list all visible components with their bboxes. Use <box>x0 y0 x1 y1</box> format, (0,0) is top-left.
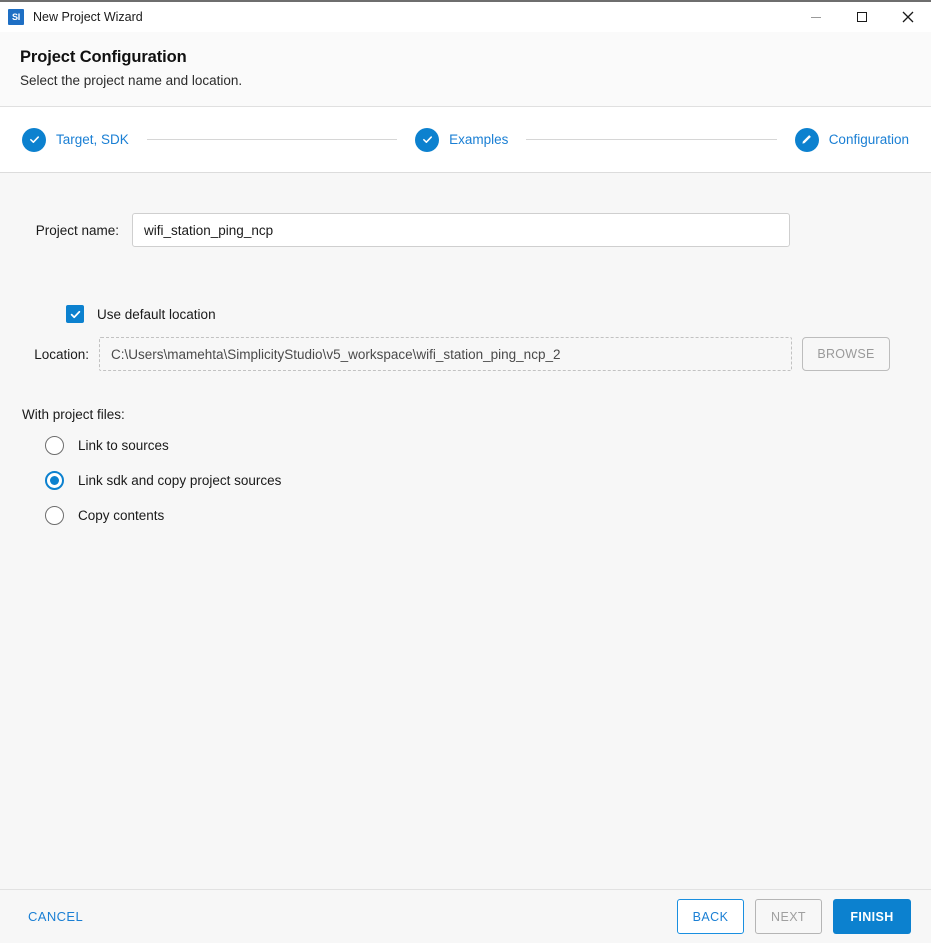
project-files-title: With project files: <box>22 407 125 423</box>
radio-link-sdk-copy-sources-label: Link sdk and copy project sources <box>78 473 282 489</box>
minimize-button[interactable] <box>793 2 839 32</box>
cancel-button[interactable]: CANCEL <box>20 903 91 930</box>
browse-button[interactable]: BROWSE <box>802 337 890 372</box>
back-button[interactable]: BACK <box>677 899 744 934</box>
maximize-icon <box>857 12 867 22</box>
simplicity-studio-icon: SI <box>8 9 24 25</box>
step-examples-label: Examples <box>449 132 509 148</box>
page-subtitle: Select the project name and location. <box>20 73 243 89</box>
location-label: Location: <box>34 346 89 362</box>
radio-link-to-sources-label: Link to sources <box>78 438 169 454</box>
next-button[interactable]: NEXT <box>755 899 822 934</box>
project-name-input[interactable] <box>132 213 790 248</box>
step-target-sdk-label: Target, SDK <box>56 132 129 148</box>
radio-copy-contents[interactable]: Copy contents <box>45 506 911 526</box>
finish-button[interactable]: FINISH <box>833 899 911 934</box>
wizard-content: Project name: Use default location Locat… <box>0 173 931 889</box>
minimize-icon <box>811 16 821 18</box>
wizard-stepper: Target, SDK Examples Configuration <box>0 107 931 174</box>
wizard-footer: CANCEL BACK NEXT FINISH <box>0 889 931 943</box>
step-target-sdk[interactable]: Target, SDK <box>22 127 129 152</box>
radio-link-to-sources[interactable]: Link to sources <box>45 436 911 456</box>
close-icon <box>902 11 914 23</box>
radio-copy-contents-indicator[interactable] <box>45 506 64 526</box>
maximize-button[interactable] <box>839 2 885 32</box>
use-default-location-row[interactable]: Use default location <box>66 305 911 324</box>
step-connector-2 <box>526 139 777 141</box>
step-configuration-label: Configuration <box>828 132 909 148</box>
window-title: New Project Wizard <box>33 10 143 24</box>
use-default-location-checkbox[interactable] <box>66 305 84 324</box>
project-name-row: Project name: <box>20 213 911 248</box>
radio-copy-contents-label: Copy contents <box>78 508 165 524</box>
check-icon <box>70 310 80 319</box>
step-target-sdk-check-icon <box>22 127 46 152</box>
new-project-wizard-window: SI New Project Wizard Project Configurat… <box>0 0 931 943</box>
step-connector-1 <box>146 139 398 141</box>
page-title: Project Configuration <box>20 48 187 66</box>
close-button[interactable] <box>885 2 931 32</box>
step-configuration[interactable]: Configuration <box>794 127 909 152</box>
radio-link-sdk-copy-sources[interactable]: Link sdk and copy project sources <box>45 471 911 491</box>
step-examples-check-icon <box>415 127 440 152</box>
wizard-header: Project Configuration Select the project… <box>0 32 931 108</box>
window-controls <box>793 2 931 32</box>
step-examples[interactable]: Examples <box>415 127 509 152</box>
title-bar: SI New Project Wizard <box>0 2 931 32</box>
location-row: Location: BROWSE <box>20 337 911 372</box>
radio-link-to-sources-indicator[interactable] <box>45 436 64 456</box>
radio-link-sdk-copy-sources-indicator[interactable] <box>45 471 64 491</box>
location-input[interactable] <box>99 337 792 372</box>
step-configuration-pencil-icon <box>794 127 819 152</box>
use-default-location-label: Use default location <box>97 306 216 322</box>
footer-actions: BACK NEXT FINISH <box>677 899 911 934</box>
project-name-label: Project name: <box>35 222 119 238</box>
